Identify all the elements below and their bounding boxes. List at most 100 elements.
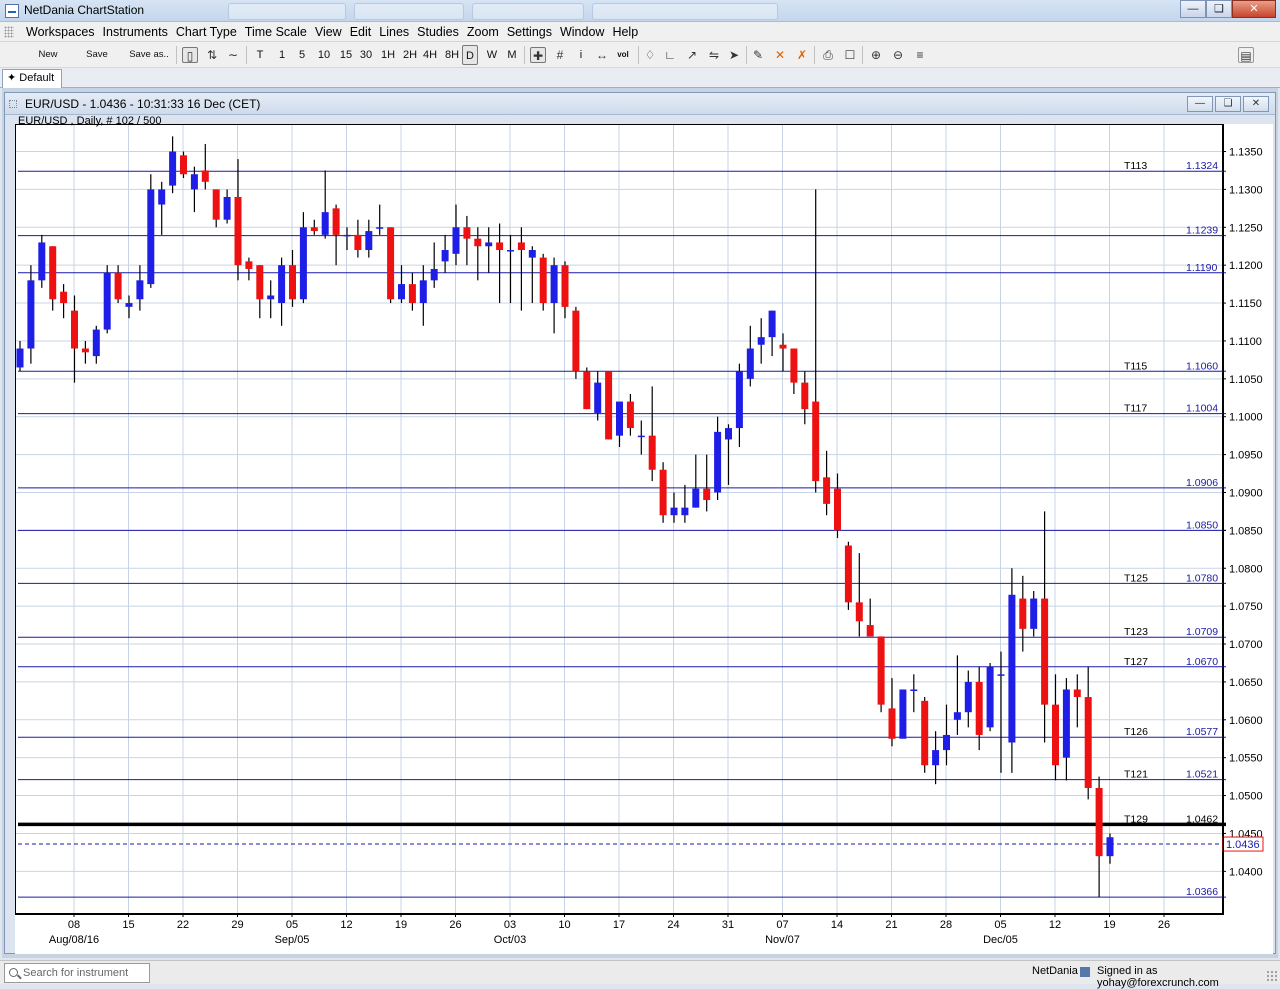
candle-body bbox=[1062, 689, 1070, 758]
candle-body bbox=[746, 348, 754, 379]
level-label: 1.1004 bbox=[1186, 403, 1218, 415]
candle-body bbox=[223, 196, 231, 220]
x-tick-label: 08 bbox=[68, 919, 80, 931]
candle-body bbox=[114, 272, 122, 300]
candle-body bbox=[1095, 787, 1103, 857]
level-tag: T129 bbox=[1124, 813, 1148, 825]
level-label: 1.0780 bbox=[1186, 572, 1218, 584]
candle-body bbox=[1008, 594, 1016, 743]
x-tick-label: 14 bbox=[831, 919, 843, 931]
candle-body bbox=[932, 750, 940, 766]
x-tick-label: 12 bbox=[1049, 919, 1061, 931]
candle-body bbox=[964, 681, 972, 713]
y-tick-label: 1.0500 bbox=[1229, 791, 1263, 803]
y-tick-label: 1.1000 bbox=[1229, 412, 1263, 424]
candle-body bbox=[1106, 837, 1114, 857]
candle-body bbox=[921, 700, 929, 766]
candle-body bbox=[180, 155, 187, 175]
level-label: 1.1239 bbox=[1186, 225, 1218, 237]
candle-body bbox=[659, 469, 667, 516]
candle-body bbox=[899, 689, 907, 739]
candle-body bbox=[779, 344, 787, 349]
candle-body bbox=[812, 401, 820, 482]
candle-body bbox=[256, 265, 264, 300]
candle-body bbox=[910, 689, 918, 691]
y-tick-label: 1.0700 bbox=[1229, 639, 1263, 651]
candle-body bbox=[834, 488, 841, 531]
candle-body bbox=[681, 507, 689, 516]
x-tick-label: 26 bbox=[449, 919, 461, 931]
level-label: 1.0577 bbox=[1186, 726, 1218, 738]
candle-body bbox=[1019, 598, 1027, 629]
candle-body bbox=[158, 189, 166, 205]
candle-body bbox=[877, 636, 885, 705]
candle-body bbox=[1030, 598, 1038, 629]
x-tick-label: 24 bbox=[667, 919, 679, 931]
candle-body bbox=[474, 238, 482, 247]
y-tick-label: 1.0950 bbox=[1229, 450, 1263, 462]
candle-body bbox=[692, 488, 700, 508]
candle-body bbox=[496, 242, 504, 251]
resize-grip-icon[interactable] bbox=[1266, 970, 1278, 982]
x-tick-label: 22 bbox=[177, 919, 189, 931]
x-month-label: Sep/05 bbox=[275, 934, 310, 946]
candle-body bbox=[38, 242, 46, 281]
candle-body bbox=[517, 242, 525, 251]
candle-body bbox=[201, 170, 209, 182]
level-tag: T117 bbox=[1124, 403, 1147, 415]
candle-body bbox=[343, 234, 351, 237]
candle-body bbox=[234, 196, 242, 266]
level-label: 1.0462 bbox=[1186, 813, 1218, 825]
candle-body bbox=[943, 734, 950, 751]
x-tick-label: 12 bbox=[340, 919, 352, 931]
candle-body bbox=[441, 250, 449, 262]
candle-body bbox=[725, 428, 732, 440]
chart-header: EUR/USD , Daily, # 102 / 500 bbox=[18, 115, 161, 127]
x-tick-label: 29 bbox=[231, 919, 243, 931]
level-label: 1.0366 bbox=[1186, 886, 1218, 898]
x-tick-label: 15 bbox=[122, 919, 134, 931]
candle-body bbox=[594, 382, 602, 413]
level-tag: T126 bbox=[1124, 726, 1148, 738]
x-tick-label: 05 bbox=[286, 919, 298, 931]
candle-body bbox=[289, 265, 296, 300]
x-tick-label: 21 bbox=[885, 919, 897, 931]
candle-body bbox=[735, 371, 743, 429]
level-label: 1.1324 bbox=[1186, 160, 1218, 172]
y-tick-label: 1.1100 bbox=[1229, 336, 1262, 348]
y-tick-label: 1.0750 bbox=[1229, 601, 1263, 613]
candle-body bbox=[245, 261, 253, 269]
candle-body bbox=[190, 174, 198, 190]
candle-body bbox=[408, 284, 416, 304]
candle-body bbox=[888, 708, 896, 739]
candle-body bbox=[485, 242, 493, 247]
x-tick-label: 17 bbox=[613, 919, 625, 931]
candle-body bbox=[703, 488, 711, 501]
candle-body bbox=[81, 348, 89, 353]
candle-body bbox=[169, 151, 177, 186]
candle-body bbox=[92, 329, 100, 357]
y-tick-label: 1.1350 bbox=[1229, 147, 1263, 159]
candle-body bbox=[452, 227, 460, 254]
y-tick-label: 1.1200 bbox=[1229, 260, 1263, 272]
candle-body bbox=[997, 674, 1005, 676]
level-label: 1.0906 bbox=[1186, 477, 1218, 489]
candle-body bbox=[648, 435, 656, 470]
status-bar: Search for instrument NetDania Signed in… bbox=[0, 960, 1280, 989]
candle-body bbox=[561, 265, 569, 307]
candle-body bbox=[60, 291, 68, 304]
grid bbox=[16, 125, 1222, 913]
candle-body bbox=[278, 265, 286, 304]
level-label: 1.0521 bbox=[1186, 769, 1218, 781]
candle-body bbox=[801, 382, 809, 410]
y-tick-label: 1.0900 bbox=[1229, 487, 1263, 499]
instrument-search-input[interactable]: Search for instrument bbox=[4, 963, 150, 983]
candlestick-chart: T113 1.1324 1.1239 1.1190 T115 1.1060 T117 1.10… bbox=[15, 115, 1264, 946]
x-month-label: Nov/07 bbox=[765, 934, 800, 946]
level-tag: T113 bbox=[1124, 160, 1147, 172]
y-tick-label: 1.0850 bbox=[1229, 525, 1263, 537]
candle-body bbox=[823, 477, 831, 504]
candle-body bbox=[539, 257, 547, 304]
candle-body bbox=[125, 303, 133, 307]
candle-body bbox=[71, 310, 78, 349]
